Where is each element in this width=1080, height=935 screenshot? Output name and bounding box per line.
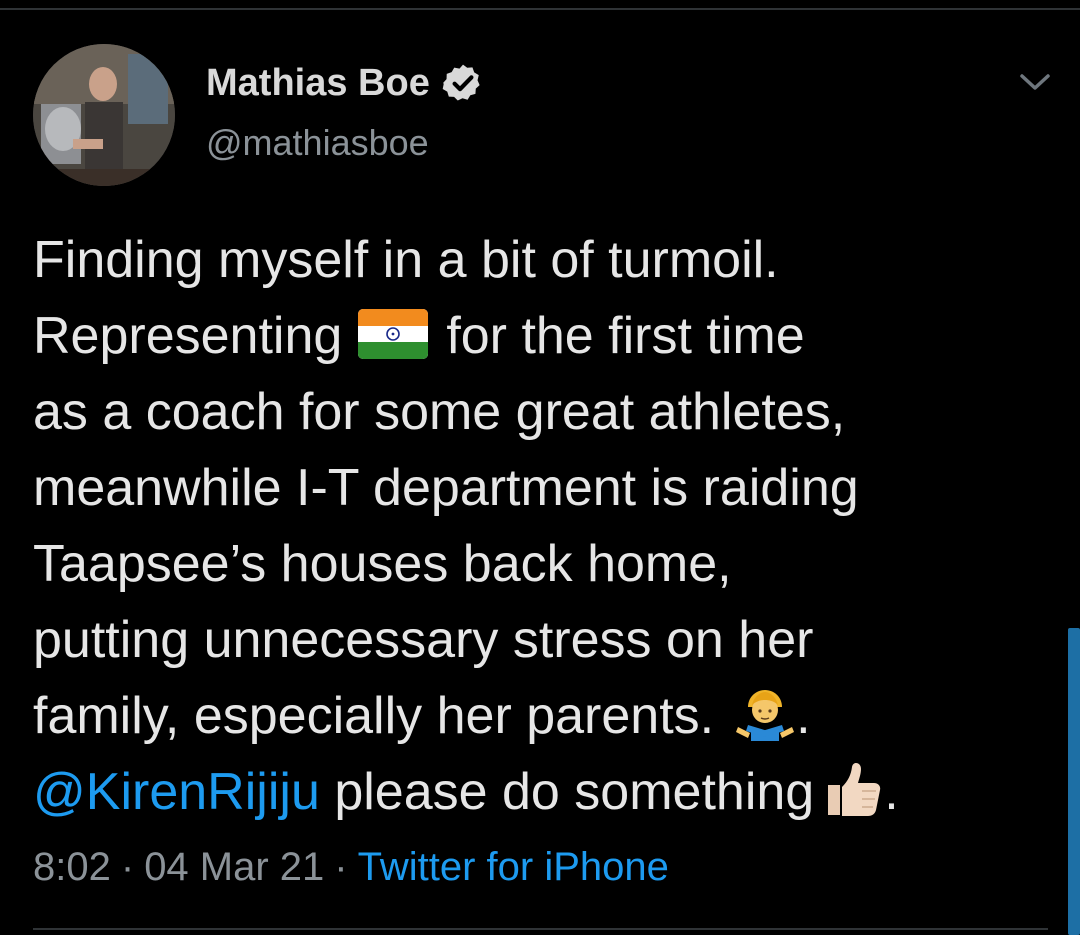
man-shrugging-icon — [736, 690, 795, 741]
tweet-line: Taapsee’s houses back home, — [33, 535, 732, 593]
meta-separator: · — [334, 845, 348, 889]
tweet-date: 04 Mar 21 — [144, 845, 325, 889]
tweet-line-text: for the first time — [446, 307, 805, 365]
tweet-card: Mathias Boe @mathiasboe Finding myself i… — [0, 0, 1080, 935]
tweet-source-link[interactable]: Twitter for iPhone — [358, 845, 669, 890]
avatar[interactable] — [33, 44, 175, 186]
tweet-line: as a coach for some great athletes, — [33, 383, 846, 441]
verified-badge-icon — [442, 64, 480, 101]
scrollbar[interactable] — [1068, 628, 1080, 935]
tweet-line: Representing for the first time — [33, 298, 1043, 374]
tweet-time: 8:02 — [33, 845, 111, 889]
tweet-line-text: . — [796, 687, 811, 745]
avatar-photo — [33, 44, 175, 186]
tweet-line-text: . — [884, 763, 899, 821]
display-name[interactable]: Mathias Boe — [206, 62, 430, 105]
tweet-line-text: Representing — [33, 307, 343, 365]
tweet-line: Finding myself in a bit of turmoil. — [33, 231, 779, 289]
chevron-down-icon[interactable] — [1012, 62, 1058, 102]
name-row: Mathias Boe — [206, 58, 484, 108]
bottom-divider — [33, 928, 1048, 930]
handle[interactable]: @mathiasboe — [206, 122, 484, 164]
tweet-line-text: family, especially her parents. — [33, 687, 715, 745]
mention-link[interactable]: @KirenRijiju — [33, 763, 320, 821]
thumbs-up-icon — [828, 763, 881, 816]
tweet-line: meanwhile I-T department is raiding — [33, 459, 859, 517]
tweet-line: @KirenRijiju please do something . — [33, 754, 1043, 830]
meta-separator: · — [120, 845, 135, 889]
tweet-line-text: please do something — [319, 763, 815, 821]
tweet-text: Finding myself in a bit of turmoil. Repr… — [33, 222, 1043, 830]
author-block: Mathias Boe @mathiasboe — [206, 58, 484, 164]
top-divider — [0, 8, 1080, 10]
tweet-line: putting unnecessary stress on her — [33, 611, 814, 669]
tweet-line: family, especially her parents. . — [33, 678, 1043, 754]
india-flag-icon — [358, 309, 429, 359]
tweet-meta: 8:02 · 04 Mar 21 · Twitter for iPhone — [33, 845, 669, 890]
